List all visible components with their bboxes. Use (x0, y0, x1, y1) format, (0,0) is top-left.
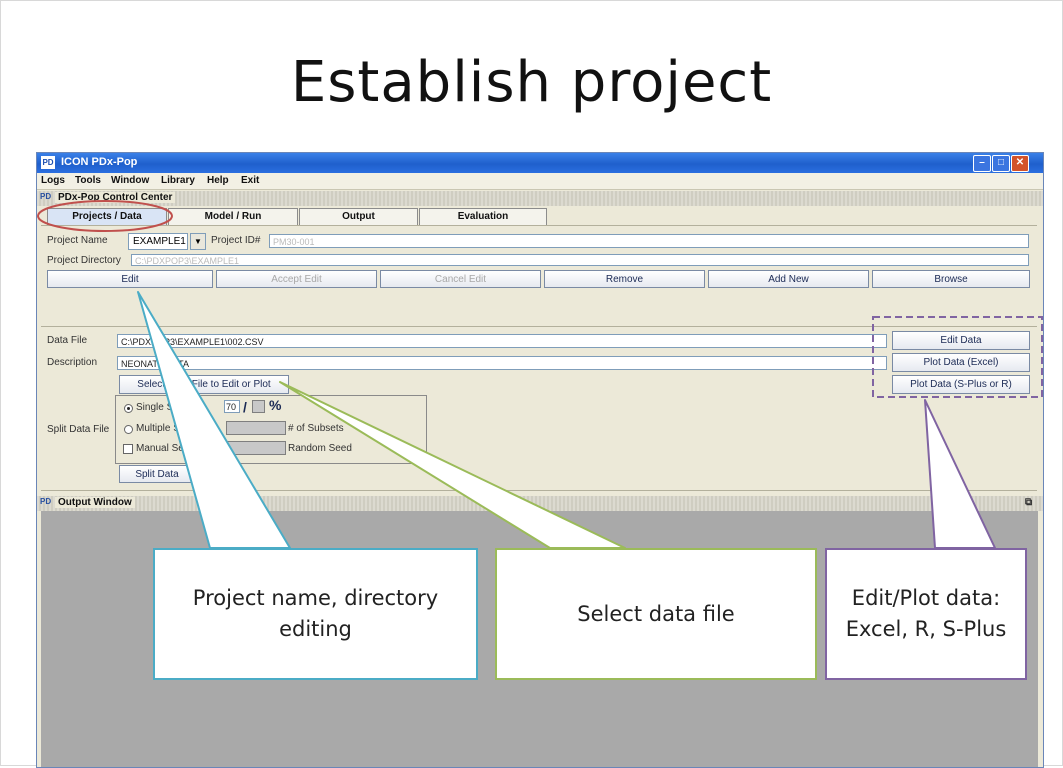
subsets-count-field[interactable] (226, 421, 286, 435)
project-id-field[interactable]: PM30-001 (269, 234, 1029, 248)
maximize-button[interactable]: □ (992, 155, 1010, 172)
callout-project-line1: Project name, directory (192, 586, 439, 610)
menu-window[interactable]: Window (111, 175, 149, 186)
data-file-field[interactable]: C:\PDXPOP3\EXAMPLE1\002.CSV (117, 334, 887, 348)
percent-label: % (269, 397, 282, 413)
single-split-radio[interactable] (124, 404, 133, 413)
plot-splus-r-button[interactable]: Plot Data (S-Plus or R) (892, 375, 1030, 394)
control-center-title-bar: PD PDx-Pop Control Center (37, 191, 1043, 206)
expand-icon[interactable]: ⧉ (1025, 497, 1032, 508)
multiple-subsets-radio[interactable] (124, 425, 133, 434)
remove-button[interactable]: Remove (544, 270, 705, 288)
tab-output[interactable]: Output (299, 208, 418, 225)
split-ratio-separator: / (243, 399, 247, 415)
split-options-group: Single Split 70 / % Multiple Subsets # o… (115, 395, 427, 464)
accept-edit-button[interactable]: Accept Edit (216, 270, 377, 288)
menu-tools[interactable]: Tools (75, 175, 101, 186)
description-label: Description (47, 357, 98, 368)
callout-select-data-file: Select data file (495, 548, 817, 680)
callout-project-editing: Project name, directory editing (153, 548, 478, 680)
menu-help[interactable]: Help (207, 175, 229, 186)
tab-evaluation[interactable]: Evaluation (419, 208, 547, 225)
split-data-file-label: Split Data File (47, 424, 110, 435)
close-button[interactable]: ✕ (1011, 155, 1029, 172)
menu-exit[interactable]: Exit (241, 175, 259, 186)
callout-select-text: Select data file (577, 602, 735, 626)
title-bar: PD ICON PDx-Pop – □ ✕ (37, 153, 1043, 173)
cancel-edit-button[interactable]: Cancel Edit (380, 270, 541, 288)
manual-seed-checkbox[interactable] (123, 444, 133, 454)
minimize-button[interactable]: – (973, 155, 991, 172)
output-window-title: Output Window (55, 497, 135, 508)
edit-button[interactable]: Edit (47, 270, 213, 288)
split-ratio-remainder (252, 400, 265, 413)
window-title: ICON PDx-Pop (61, 156, 138, 168)
multiple-subsets-label: Multiple Subsets (136, 423, 210, 434)
description-field[interactable]: NEONATE DATA (117, 356, 887, 370)
data-file-label: Data File (47, 335, 88, 346)
callout-plot-line1: Edit/Plot data: (851, 586, 1001, 610)
callout-plot-line2: Excel, R, S-Plus (845, 617, 1007, 641)
project-directory-label: Project Directory (47, 255, 121, 266)
menu-library[interactable]: Library (161, 175, 195, 186)
tab-divider (41, 225, 1037, 226)
add-new-button[interactable]: Add New (708, 270, 869, 288)
callout-edit-plot-data: Edit/Plot data: Excel, R, S-Plus (825, 548, 1027, 680)
tab-model-run[interactable]: Model / Run (168, 208, 298, 225)
callout-project-line2: editing (279, 617, 352, 641)
menu-logs[interactable]: Logs (41, 175, 65, 186)
split-data-button[interactable]: Split Data (119, 465, 195, 483)
select-data-file-button[interactable]: Select Data File to Edit or Plot (119, 375, 289, 394)
browse-button[interactable]: Browse (872, 270, 1030, 288)
single-split-label: Single Split (136, 402, 187, 413)
random-seed-field[interactable] (226, 441, 286, 455)
app-icon: PD (41, 156, 55, 169)
plot-excel-button[interactable]: Plot Data (Excel) (892, 353, 1030, 372)
random-seed-label: Random Seed (288, 443, 352, 454)
split-ratio-field[interactable]: 70 (224, 400, 240, 413)
chevron-down-icon[interactable]: ▼ (190, 233, 206, 250)
control-center-title: PDx-Pop Control Center (55, 192, 176, 203)
project-id-label: Project ID# (211, 235, 261, 246)
control-center-icon: PD (40, 192, 52, 201)
project-name-label: Project Name (47, 235, 108, 246)
project-name-combo[interactable]: EXAMPLE1 (128, 233, 188, 250)
manual-seed-label: Manual Seed (136, 443, 195, 454)
menu-bar: Logs Tools Window Library Help Exit (37, 173, 1043, 190)
tab-projects-data[interactable]: Projects / Data (47, 208, 167, 225)
edit-data-button[interactable]: Edit Data (892, 331, 1030, 350)
section-divider (41, 326, 1037, 327)
subsets-count-label: # of Subsets (288, 423, 344, 434)
project-directory-field[interactable]: C:\PDXPOP3\EXAMPLE1 (131, 254, 1029, 266)
slide-title: Establish project (290, 50, 773, 115)
output-window-icon: PD (40, 497, 52, 506)
output-divider (41, 490, 1037, 491)
output-window-title-bar: PD Output Window ⧉ (37, 496, 1043, 511)
